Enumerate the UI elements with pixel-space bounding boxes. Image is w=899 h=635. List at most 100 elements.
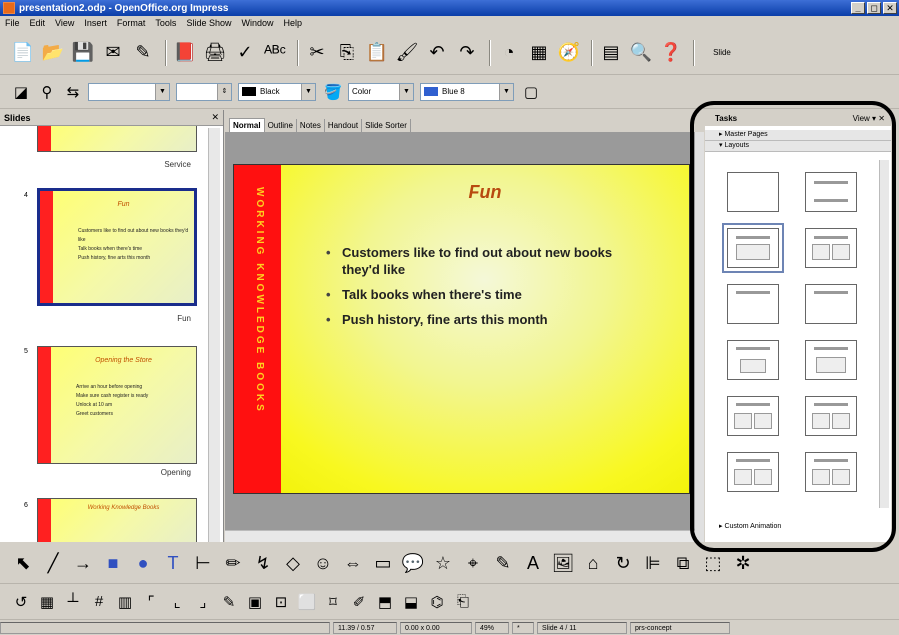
layout-title-chart[interactable] — [727, 340, 779, 380]
slide-thumbnail[interactable] — [37, 126, 197, 152]
tasks-view-menu[interactable]: View ▾ ✕ — [853, 114, 885, 123]
close-pane-icon[interactable]: ✕ — [211, 112, 219, 123]
menu-insert[interactable]: Insert — [79, 18, 112, 28]
undo-icon[interactable]: ↶ — [424, 39, 450, 67]
tab-normal[interactable]: Normal — [229, 118, 265, 132]
snap-object-points-icon[interactable]: ⌟ — [192, 591, 214, 613]
copy-icon[interactable]: ⎘ — [334, 39, 360, 67]
tasks-scrollbar[interactable] — [879, 160, 889, 508]
layout-title-clipart-text[interactable] — [727, 396, 779, 436]
show-grid-icon[interactable]: ▦ — [36, 591, 58, 613]
arrow-line-icon[interactable]: → — [70, 550, 96, 578]
callouts-icon[interactable]: 💬 — [400, 550, 426, 578]
layout-blank[interactable] — [727, 172, 779, 212]
exit-group-icon[interactable]: ⎗ — [452, 591, 474, 613]
snap-object-border-icon[interactable]: ⌞ — [166, 591, 188, 613]
slide-canvas[interactable]: WORKING KNOWLEDGE BOOKS Fun Customers li… — [225, 132, 695, 530]
export-pdf-icon[interactable]: 📕 — [172, 39, 198, 67]
slide-title[interactable]: Fun — [281, 182, 689, 203]
slide-thumbnail-selected[interactable]: Fun Customers like to find out about new… — [37, 188, 197, 306]
section-custom-animation[interactable]: ▸ Custom Animation — [719, 522, 781, 530]
layout-title-only[interactable] — [805, 172, 857, 212]
rotation-mode-icon[interactable]: ↺ — [10, 591, 32, 613]
layout-title-table[interactable] — [805, 340, 857, 380]
area-style-select[interactable]: Color ▼ — [348, 82, 414, 101]
shadow-icon[interactable]: ▢ — [520, 81, 542, 103]
save-icon[interactable]: 💾 — [70, 39, 96, 67]
close-button[interactable]: ✕ — [883, 2, 897, 14]
helplines-icon[interactable]: ┴ — [62, 591, 84, 613]
email-icon[interactable]: ✉ — [100, 39, 126, 67]
layout-title-two-content[interactable] — [805, 228, 857, 268]
curve-icon[interactable]: ✏ — [220, 550, 246, 578]
layout-title-content[interactable] — [722, 223, 784, 273]
layout-title-only-top[interactable] — [727, 284, 779, 324]
tab-outline[interactable]: Outline — [265, 119, 297, 132]
exit-all-groups-icon[interactable]: ⬜ — [296, 591, 318, 613]
line-color-select[interactable]: Black ▼ — [238, 82, 316, 101]
zoom-icon[interactable]: 🔍 — [628, 39, 654, 67]
tab-notes[interactable]: Notes — [297, 119, 325, 132]
create-object-attributes-icon[interactable]: ⬒ — [374, 591, 396, 613]
rectangle-icon[interactable]: ■ — [100, 550, 126, 578]
gallery-icon[interactable]: ▤ — [598, 39, 624, 67]
paste-icon[interactable]: 📋 — [364, 39, 390, 67]
slide-thumbnail[interactable]: Working Knowledge Books — [37, 498, 197, 542]
symbol-shapes-icon[interactable]: ☺ — [310, 550, 336, 578]
menu-tools[interactable]: Tools — [150, 18, 181, 28]
connector-icon[interactable]: ↯ — [250, 550, 276, 578]
help-icon[interactable]: ❓ — [658, 39, 684, 67]
open-folder-icon[interactable]: 📂 — [40, 39, 66, 67]
line-width-spinner[interactable]: ⇕ — [176, 82, 232, 101]
autospell-icon[interactable]: ᴬᴮᶜ — [262, 39, 288, 67]
minimize-button[interactable]: _ — [851, 2, 865, 14]
block-arrows-icon[interactable]: ⇔ — [340, 550, 366, 578]
from-file-icon[interactable]: 🖼 — [550, 550, 576, 578]
redo-icon[interactable]: ↷ — [454, 39, 480, 67]
slide-bullet-list[interactable]: Customers like to find out about new boo… — [326, 244, 646, 336]
clone-format-icon[interactable]: 🖌 — [394, 39, 420, 67]
menu-window[interactable]: Window — [236, 18, 278, 28]
slide-thumbnail[interactable]: Opening the Store Arrive an hour before … — [37, 346, 197, 464]
new-document-icon[interactable]: 📄 — [10, 39, 36, 67]
spellcheck-icon[interactable]: ✓ — [232, 39, 258, 67]
snap-grid-icon[interactable]: # — [88, 591, 110, 613]
edit-file-icon[interactable]: ✎ — [130, 39, 156, 67]
table-icon[interactable]: ▦ — [526, 39, 552, 67]
horizontal-scrollbar[interactable] — [225, 530, 695, 542]
flowchart-icon[interactable]: ▭ — [370, 550, 396, 578]
vertical-scrollbar[interactable] — [695, 132, 704, 542]
select-pointer-icon[interactable]: ⬉ — [10, 550, 36, 578]
styles-icon[interactable]: ◪ — [10, 81, 32, 103]
modify-object-icon[interactable]: ⌬ — [426, 591, 448, 613]
double-click-text-icon[interactable]: ⊡ — [270, 591, 292, 613]
points-icon[interactable]: ⌖ — [460, 550, 486, 578]
section-layouts[interactable]: ▾ Layouts — [705, 141, 891, 152]
arrow-style-icon[interactable]: ⇆ — [62, 81, 84, 103]
menu-help[interactable]: Help — [278, 18, 307, 28]
status-zoom[interactable]: 49% — [475, 621, 509, 634]
maximize-button[interactable]: ◻ — [867, 2, 881, 14]
print-icon[interactable]: 🖨 — [202, 39, 228, 67]
allow-quick-editing-icon[interactable]: ✎ — [218, 591, 240, 613]
toggle-extrusion-icon[interactable]: ✲ — [730, 550, 756, 578]
extrusion-icon[interactable]: ⬚ — [700, 550, 726, 578]
tab-slide-sorter[interactable]: Slide Sorter — [362, 119, 411, 132]
select-text-area-icon[interactable]: ▣ — [244, 591, 266, 613]
area-fill-icon[interactable]: 🪣 — [322, 81, 344, 103]
dimension-line-icon[interactable]: ⊢ — [190, 550, 216, 578]
cut-icon[interactable]: ✂ — [304, 39, 330, 67]
line-tool-icon[interactable]: ╱ — [40, 550, 66, 578]
large-handles-icon[interactable]: ✐ — [348, 591, 370, 613]
text-icon[interactable]: T — [160, 550, 186, 578]
arrange-icon[interactable]: ⧉ — [670, 550, 696, 578]
tab-handout[interactable]: Handout — [325, 119, 363, 132]
snap-helplines-icon[interactable]: ▥ — [114, 591, 136, 613]
fontwork-icon[interactable]: A — [520, 550, 546, 578]
line-icon[interactable]: ⚲ — [36, 81, 58, 103]
line-style-select[interactable]: ▼ — [88, 82, 170, 101]
snap-page-margins-icon[interactable]: ⌜ — [140, 591, 162, 613]
simple-handles-icon[interactable]: ⌑ — [322, 591, 344, 613]
new-slide-button[interactable]: Slide — [700, 39, 744, 67]
rotate-icon[interactable]: ↻ — [610, 550, 636, 578]
